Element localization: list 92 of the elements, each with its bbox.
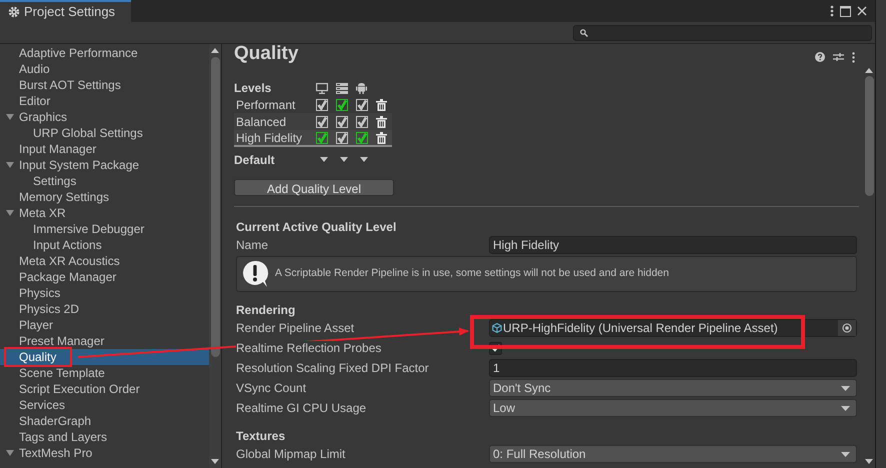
help-icon[interactable] (815, 52, 825, 62)
field-label: Resolution Scaling Fixed DPI Factor (236, 361, 429, 375)
scroll-down-icon[interactable] (211, 459, 219, 464)
sidebar-item[interactable]: Input System Package (0, 157, 209, 173)
trash-icon[interactable] (376, 98, 387, 110)
highlight-frame (4, 347, 72, 367)
scroll-up-icon[interactable] (865, 68, 873, 73)
field-label: Global Mipmap Limit (236, 447, 346, 461)
trash-icon[interactable] (376, 116, 387, 128)
checkbox[interactable] (336, 98, 348, 110)
add-quality-level-button[interactable]: Add Quality Level (234, 179, 394, 196)
target-icon (842, 323, 852, 333)
warning-bubble-icon (241, 259, 269, 289)
field-label: Name (236, 238, 268, 252)
section-heading: Textures (236, 428, 286, 444)
section-heading: Rendering (236, 302, 296, 318)
sidebar-item[interactable]: Physics (0, 285, 209, 301)
sidebar-item[interactable]: Physics 2D (0, 301, 209, 317)
android-icon (356, 82, 367, 94)
dropdown-arrow-icon (841, 386, 850, 390)
cube-icon (492, 323, 502, 333)
scroll-up-icon[interactable] (211, 48, 219, 53)
sidebar-item[interactable]: Adaptive Performance (0, 45, 209, 61)
dropdown[interactable]: Don't Sync (489, 379, 857, 397)
tab-label: Project Settings (24, 3, 116, 22)
quality-level-row[interactable]: Balanced (234, 113, 392, 130)
scrollbar-thumb[interactable] (210, 57, 220, 357)
checkbox[interactable] (356, 132, 368, 144)
section-heading: Current Active Quality Level (236, 219, 398, 235)
text-field[interactable]: 1 (489, 359, 857, 377)
monitor-icon (316, 82, 328, 94)
dropdown[interactable]: Low (489, 399, 857, 417)
help-text: A Scriptable Render Pipeline is in use, some settings will not be used and are hidden (275, 266, 669, 282)
maximize-icon[interactable] (840, 6, 851, 16)
sidebar-item[interactable]: Scene Template (0, 365, 209, 381)
sidebar-item[interactable]: Tags and Layers (0, 429, 209, 445)
sidebar-item[interactable]: Input Actions (0, 237, 209, 253)
scrollbar-thumb[interactable] (864, 76, 874, 196)
sidebar-item[interactable]: Meta XR Acoustics (0, 253, 209, 269)
field-label: VSync Count (236, 381, 306, 395)
checkbox[interactable] (316, 132, 328, 144)
sidebar-item[interactable]: TextMesh Pro (0, 445, 209, 461)
sidebar-item[interactable]: Player (0, 317, 209, 333)
trash-icon[interactable] (376, 132, 387, 144)
sidebar-item[interactable]: Quality (0, 349, 209, 365)
quality-level-row[interactable]: Performant (234, 96, 392, 113)
sidebar-item[interactable]: Memory Settings (0, 189, 209, 205)
object-field[interactable]: URP-HighFidelity (Universal Render Pipeline Asset) (489, 319, 857, 337)
sidebar-item[interactable]: Editor (0, 93, 209, 109)
sidebar-item[interactable]: Settings (0, 173, 209, 189)
section-label: Levels (234, 80, 272, 97)
gear-icon (8, 6, 20, 18)
text-field[interactable]: High Fidelity (489, 236, 857, 254)
more-icon[interactable] (830, 5, 834, 17)
dropdown-arrow-icon (841, 452, 850, 456)
sidebar-item[interactable]: Script Execution Order (0, 381, 209, 397)
search-icon (580, 28, 588, 36)
dropdown[interactable]: 0: Full Resolution (489, 445, 857, 463)
field-label: Realtime Reflection Probes (236, 341, 382, 355)
sidebar-item[interactable]: Input Manager (0, 141, 209, 157)
scrollbar[interactable] (209, 44, 221, 468)
dropdown-arrow-icon[interactable] (318, 156, 330, 162)
sliders-icon[interactable] (833, 52, 844, 62)
sidebar-item[interactable]: Immersive Debugger (0, 221, 209, 237)
quality-level-row[interactable]: High Fidelity (234, 130, 392, 147)
sidebar-item[interactable]: Burst AOT Settings (0, 77, 209, 93)
scroll-down-icon[interactable] (865, 459, 873, 464)
close-icon[interactable] (857, 6, 867, 16)
object-picker-button[interactable] (838, 320, 856, 336)
dropdown-arrow-icon[interactable] (338, 156, 350, 162)
dropdown-arrow-icon (841, 406, 850, 410)
default-label: Default (234, 152, 276, 168)
field-label: Realtime GI CPU Usage (236, 401, 366, 415)
sidebar-item[interactable]: Audio (0, 61, 209, 77)
sidebar-item[interactable]: URP Global Settings (0, 125, 209, 141)
field-label: Render Pipeline Asset (236, 321, 354, 335)
search-field[interactable] (573, 24, 872, 40)
sidebar-item[interactable]: ShaderGraph (0, 413, 209, 429)
page-title: Quality (234, 44, 298, 66)
expand-arrow-icon[interactable] (6, 209, 14, 217)
expand-arrow-icon[interactable] (6, 113, 14, 121)
sidebar-item[interactable]: Services (0, 397, 209, 413)
sidebar-item[interactable]: Graphics (0, 109, 209, 125)
more-icon[interactable] (852, 52, 855, 62)
server-icon (336, 82, 348, 94)
window-tab[interactable]: Project Settings (0, 0, 131, 22)
expand-arrow-icon[interactable] (6, 161, 14, 169)
sidebar-item[interactable]: Meta XR (0, 205, 209, 221)
expand-arrow-icon[interactable] (6, 449, 14, 457)
sidebar-item[interactable]: Preset Manager (0, 333, 209, 349)
sidebar-item[interactable]: Package Manager (0, 269, 209, 285)
dropdown-arrow-icon[interactable] (358, 156, 370, 162)
